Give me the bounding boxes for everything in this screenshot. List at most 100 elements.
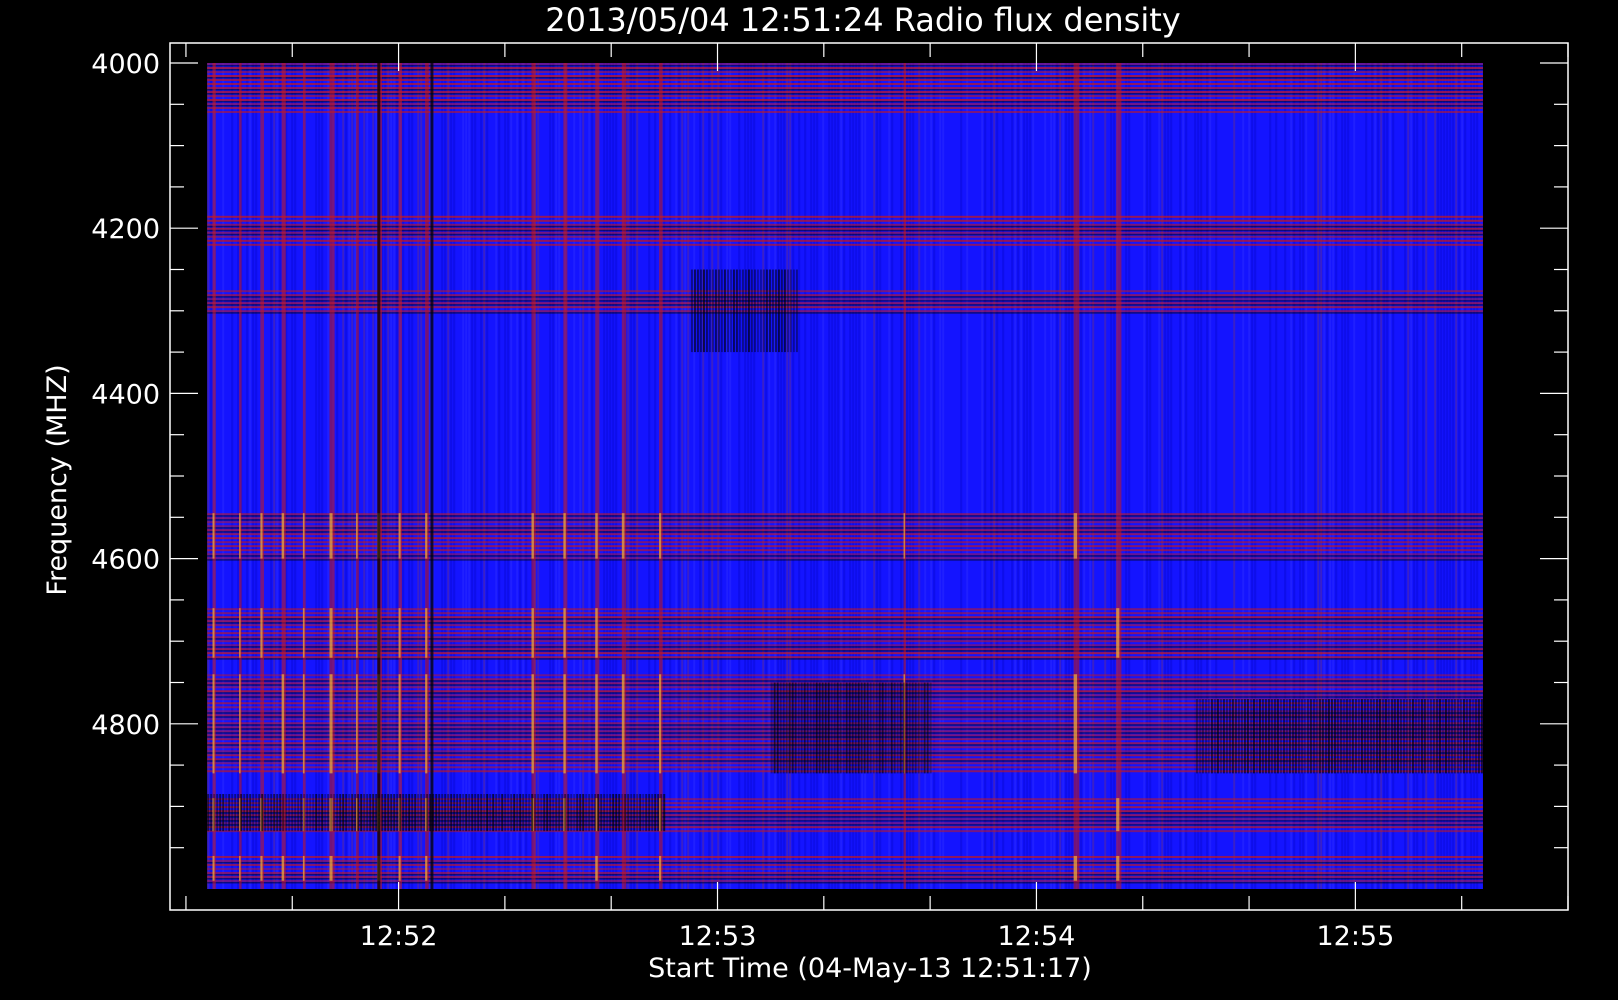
spectrogram-chart: 2013/05/04 12:51:24 Radio flux density 4… xyxy=(0,0,1618,1000)
heatmap-dark-patch xyxy=(851,682,854,774)
heatmap-dark-patch xyxy=(1477,699,1480,774)
heatmap-texture-column xyxy=(315,63,318,889)
heatmap-texture-column xyxy=(1149,63,1152,889)
heatmap-hot-spot xyxy=(329,855,333,881)
heatmap-texture-column xyxy=(630,63,633,889)
heatmap-dark-patch xyxy=(833,682,836,774)
heatmap-dark-patch xyxy=(878,682,881,774)
heatmap-dark-patch xyxy=(630,794,633,832)
heatmap-dark-patch xyxy=(869,682,872,774)
heatmap-hot-spot xyxy=(563,608,566,658)
heatmap-dark-patch xyxy=(231,794,234,832)
heatmap-dark-patch xyxy=(1474,699,1477,774)
heatmap-hot-spot xyxy=(212,855,215,881)
heatmap-hot-spot xyxy=(1073,513,1078,559)
heatmap-texture-column xyxy=(321,63,324,889)
heatmap-texture-column xyxy=(984,63,987,889)
heatmap-dark-patch xyxy=(1249,699,1252,774)
heatmap-texture-column xyxy=(1026,63,1029,889)
heatmap-dark-patch xyxy=(432,794,435,832)
heatmap-dark-patch xyxy=(821,682,824,774)
heatmap-dark-patch xyxy=(438,794,441,832)
heatmap-dark-patch xyxy=(779,682,782,774)
heatmap-hot-spot xyxy=(595,855,598,881)
heatmap-dark-patch xyxy=(582,794,585,832)
heatmap-texture-column xyxy=(480,63,483,889)
heatmap-dark-patch xyxy=(306,794,309,832)
heatmap-dark-patch xyxy=(1252,699,1255,774)
heatmap-texture-column xyxy=(462,63,465,889)
heatmap-dark-patch xyxy=(1354,699,1357,774)
heatmap-texture-column xyxy=(1158,63,1161,889)
heatmap-dark-patch xyxy=(1303,699,1306,774)
heatmap-texture-column xyxy=(420,63,423,889)
heatmap-dark-patch xyxy=(1321,699,1324,774)
heatmap-hot-spot xyxy=(398,674,401,774)
heatmap-dark-patch xyxy=(1315,699,1318,774)
heatmap-dark-patch xyxy=(1396,699,1399,774)
heatmap-dark-patch xyxy=(1210,699,1213,774)
heatmap-texture-column xyxy=(582,63,585,889)
heatmap-dark-patch xyxy=(803,682,806,774)
heatmap-dark-patch xyxy=(1363,699,1366,774)
heatmap-dark-patch xyxy=(333,794,336,832)
heatmap-dark-patch xyxy=(753,269,756,353)
heatmap-dark-patch xyxy=(1288,699,1291,774)
heatmap-dark-patch xyxy=(693,269,696,353)
heatmap-texture-column xyxy=(231,63,234,889)
heatmap-hot-spot xyxy=(903,513,905,559)
heatmap-texture-column xyxy=(390,63,393,889)
heatmap-dark-patch xyxy=(408,794,411,832)
heatmap-dark-patch xyxy=(1258,699,1261,774)
heatmap-dark-patch xyxy=(219,794,222,832)
heatmap-dark-patch xyxy=(1339,699,1342,774)
heatmap-texture-column xyxy=(996,63,999,889)
heatmap-dark-patch xyxy=(447,794,450,832)
heatmap-texture-column xyxy=(444,63,447,889)
heatmap-texture-column xyxy=(1068,63,1071,889)
heatmap-texture-column xyxy=(636,63,639,889)
heatmap-texture-column xyxy=(1146,63,1149,889)
heatmap-texture-column xyxy=(1104,63,1107,889)
heatmap-texture-column xyxy=(252,63,255,889)
heatmap-dark-patch xyxy=(1429,699,1432,774)
heatmap-dark-patch xyxy=(363,794,366,832)
heatmap-dark-patch xyxy=(261,794,264,832)
heatmap-texture-column xyxy=(708,63,711,889)
heatmap-dark-patch xyxy=(1297,699,1300,774)
heatmap-dark-patch xyxy=(902,682,905,774)
heatmap-texture-column xyxy=(558,63,561,889)
heatmap-dark-patch xyxy=(612,794,615,832)
heatmap-dark-patch xyxy=(540,794,543,832)
heatmap-hot-spot xyxy=(659,513,662,559)
heatmap-dark-patch xyxy=(770,682,773,774)
heatmap-dark-patch xyxy=(483,794,486,832)
heatmap-dark-patch xyxy=(854,682,857,774)
heatmap-texture-column xyxy=(441,63,444,889)
heatmap-texture-column xyxy=(966,63,969,889)
heatmap-dark-patch xyxy=(369,794,372,832)
heatmap-texture-column xyxy=(348,63,351,889)
heatmap-texture-column xyxy=(471,63,474,889)
heatmap-dark-patch xyxy=(1357,699,1360,774)
heatmap-texture-column xyxy=(537,63,540,889)
y-tick-label: 4800 xyxy=(91,710,160,741)
heatmap-dark-patch xyxy=(794,682,797,774)
heatmap-dark-patch xyxy=(489,794,492,832)
heatmap-dark-patch xyxy=(1264,699,1267,774)
heatmap-dark-patch xyxy=(1306,699,1309,774)
heatmap-hot-spot xyxy=(595,674,598,774)
heatmap-texture-column xyxy=(663,63,666,889)
heatmap-dark-patch xyxy=(845,682,848,774)
heatmap-texture-column xyxy=(1179,63,1182,889)
heatmap-dark-patch xyxy=(366,794,369,832)
heatmap-dark-patch xyxy=(1375,699,1378,774)
heatmap-dark-patch xyxy=(789,269,792,353)
heatmap-texture-column xyxy=(342,63,345,889)
heatmap-dark-patch xyxy=(339,794,342,832)
heatmap-texture-column xyxy=(375,63,378,889)
heatmap-texture-column xyxy=(345,63,348,889)
heatmap-dark-patch xyxy=(330,794,333,832)
heatmap-hot-spot xyxy=(563,674,566,774)
heatmap-dark-patch xyxy=(444,794,447,832)
